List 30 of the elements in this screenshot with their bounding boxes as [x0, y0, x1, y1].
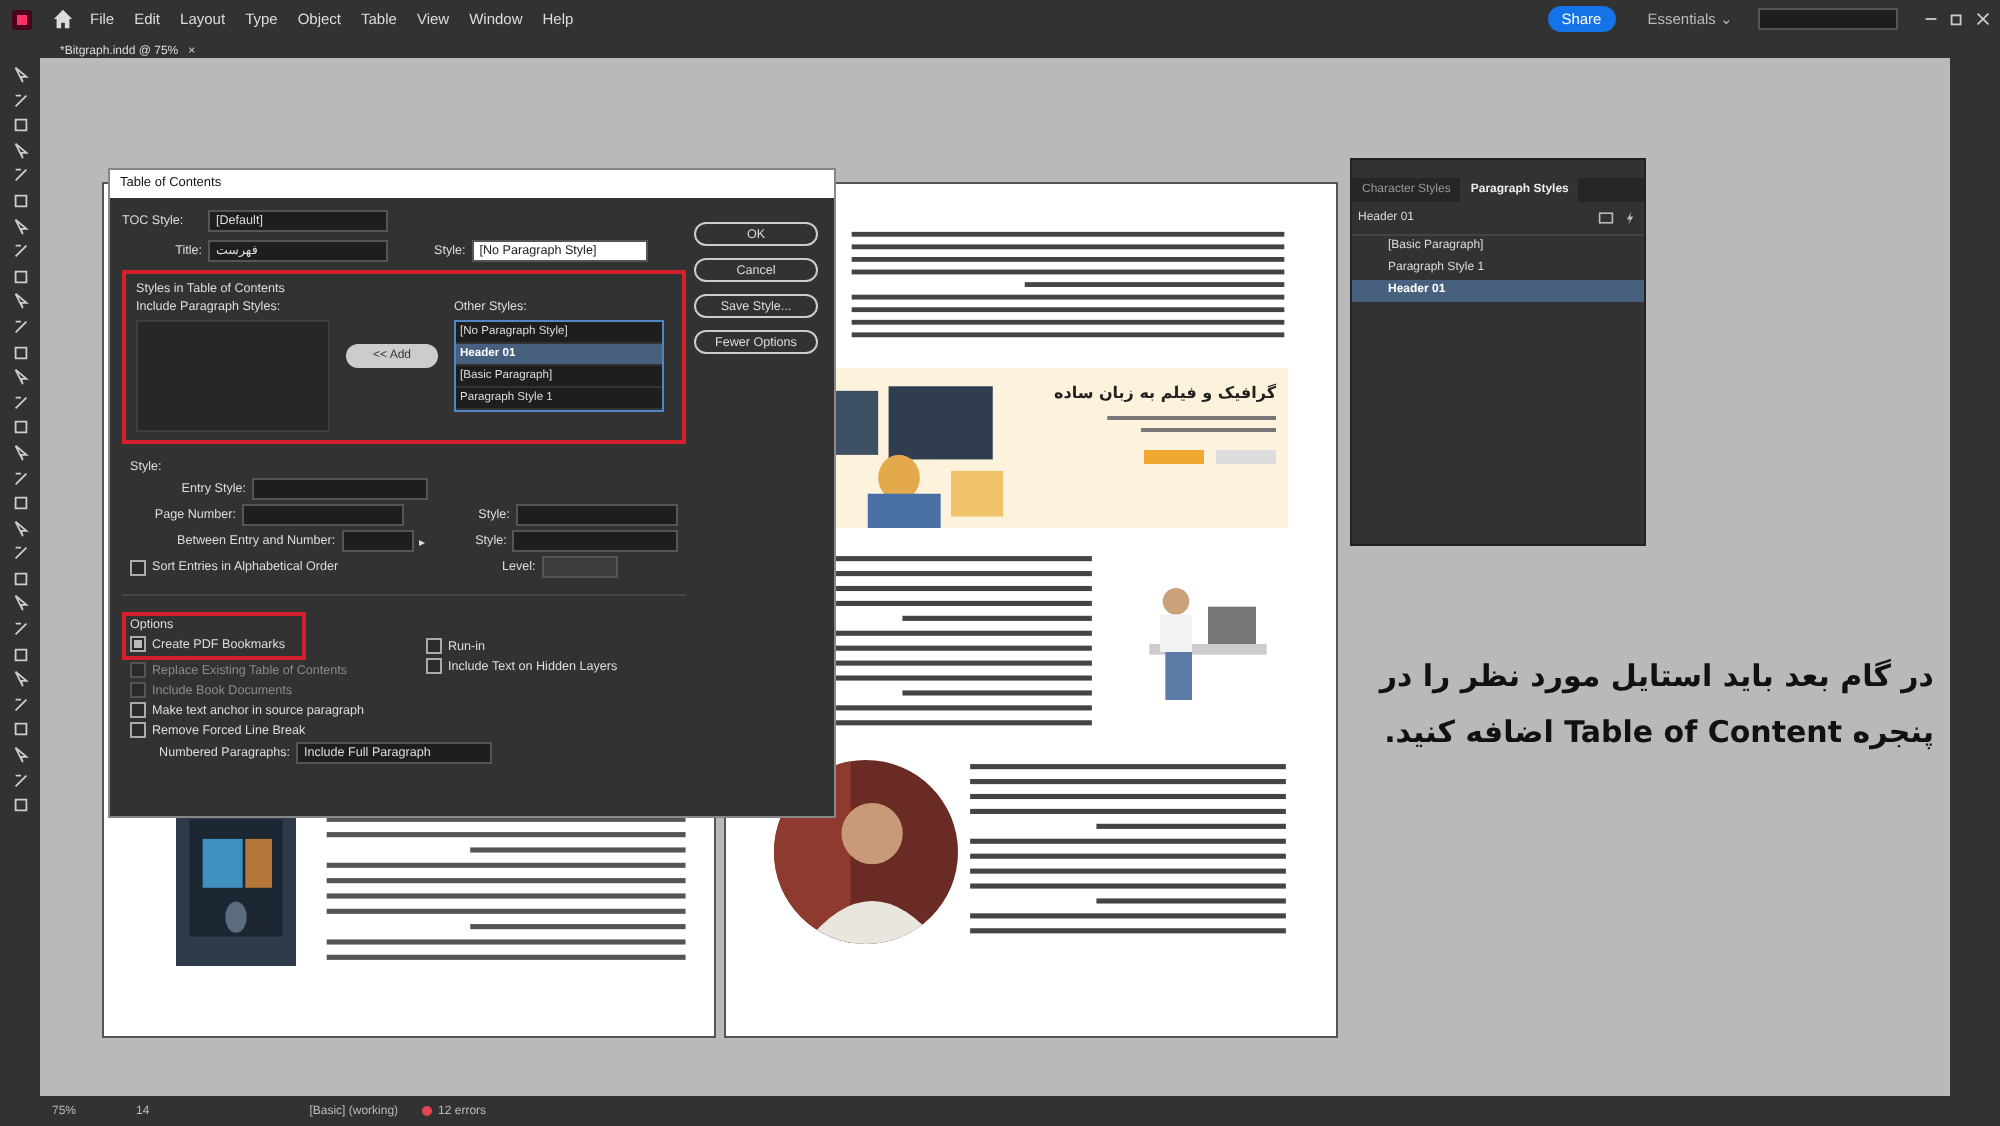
tool-icon[interactable]: [11, 796, 29, 815]
tool-icon[interactable]: [11, 469, 29, 487]
tool-icon[interactable]: [11, 242, 29, 261]
tool-icon[interactable]: [11, 393, 29, 412]
checkbox[interactable]: [426, 638, 442, 654]
caption-text: در گام بعد باید استایل مورد نظر را در پنجره Table of Content اضافه کنید.: [1376, 656, 1934, 754]
home-icon[interactable]: [52, 8, 74, 30]
new-style-icon[interactable]: [1598, 210, 1614, 226]
checkbox[interactable]: [130, 722, 146, 738]
restore-icon[interactable]: [1948, 10, 1966, 28]
level-field[interactable]: [541, 556, 618, 578]
error-dot-icon: [422, 1106, 433, 1116]
search-field[interactable]: [1758, 8, 1898, 30]
tool-icon[interactable]: [11, 66, 29, 84]
checkbox[interactable]: [130, 636, 146, 652]
checkbox[interactable]: [130, 559, 146, 575]
checkbox[interactable]: [426, 658, 442, 674]
close-icon[interactable]: [1974, 10, 1992, 28]
tool-icon[interactable]: [11, 771, 29, 790]
lightning-icon[interactable]: [1622, 210, 1638, 226]
banner-heading: گرافیک و فیلم به زبان ساده: [1053, 384, 1276, 402]
tool-icon[interactable]: [11, 620, 29, 639]
tool-icon[interactable]: [11, 695, 29, 714]
tool-icon[interactable]: [11, 317, 29, 336]
tool-icon[interactable]: [11, 544, 29, 563]
tool-icon[interactable]: [11, 91, 29, 110]
app-logo-icon: [12, 9, 32, 29]
separator-field[interactable]: [341, 530, 414, 552]
checkbox[interactable]: [130, 702, 146, 718]
tool-icon[interactable]: [11, 166, 29, 185]
